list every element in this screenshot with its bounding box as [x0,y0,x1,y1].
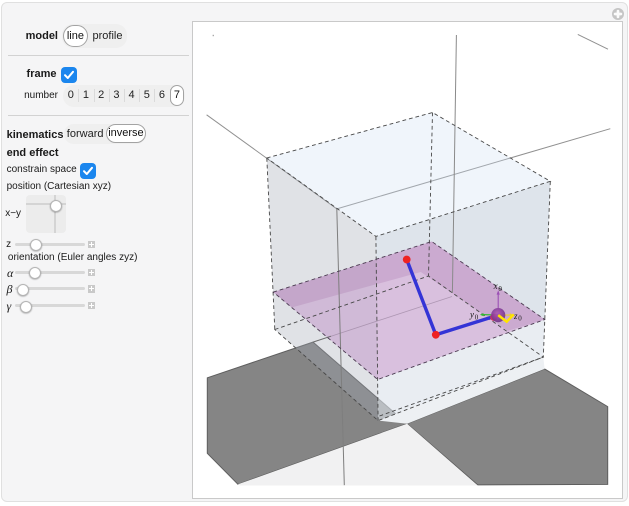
svg-text:x: x [493,281,498,291]
svg-text:0: 0 [498,285,502,293]
svg-text:0: 0 [475,313,479,321]
svg-text:0: 0 [518,315,522,323]
svg-text:y: y [469,310,474,320]
